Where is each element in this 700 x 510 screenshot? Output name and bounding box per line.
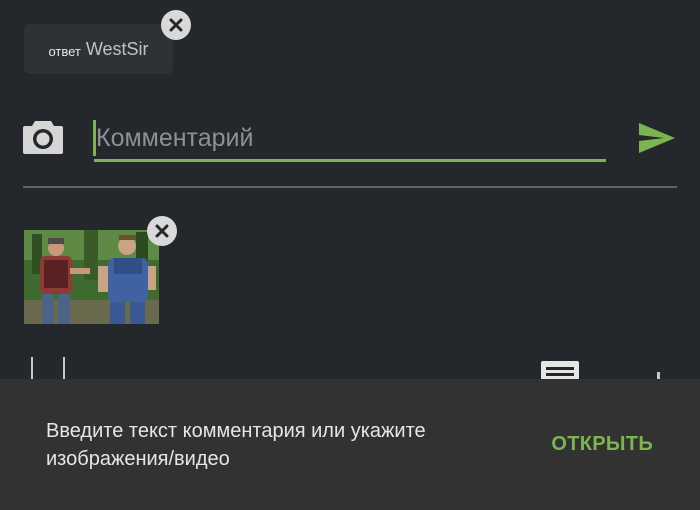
- reply-username[interactable]: WestSir: [86, 39, 149, 60]
- close-icon: [169, 18, 183, 32]
- document-icon: [541, 361, 579, 380]
- reply-chip: ответ WestSir: [24, 10, 191, 74]
- camera-icon: [23, 121, 63, 154]
- format-button[interactable]: [540, 360, 580, 380]
- snackbar: Введите текст комментария или укажите из…: [0, 379, 700, 510]
- comment-input[interactable]: [94, 118, 606, 162]
- remove-reply-button[interactable]: [161, 10, 191, 40]
- snackbar-open-button[interactable]: ОТКРЫТЬ: [551, 433, 653, 456]
- camera-button[interactable]: [22, 118, 64, 156]
- send-button[interactable]: [638, 122, 676, 154]
- divider: [23, 186, 677, 188]
- remove-image-button[interactable]: [147, 216, 177, 246]
- toolbar-partial-icon[interactable]: [31, 357, 65, 379]
- send-icon: [639, 123, 675, 153]
- text-caret: [93, 120, 96, 156]
- snackbar-message: Введите текст комментария или укажите из…: [46, 419, 426, 470]
- attached-image[interactable]: [24, 216, 177, 324]
- close-icon: [155, 224, 169, 238]
- reply-prefix: ответ: [48, 43, 81, 59]
- image-thumbnail: [24, 230, 159, 324]
